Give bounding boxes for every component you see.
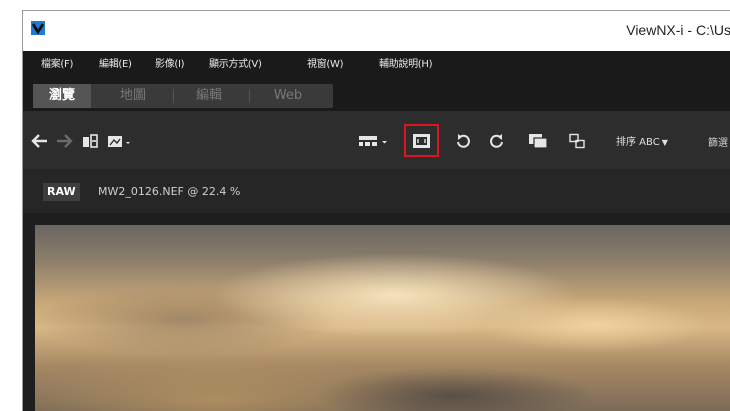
file-name-label: MW2_0126.NEF @ 22.4 % xyxy=(98,185,241,198)
title-bar: ViewNX-i - C:\Us xyxy=(23,11,730,51)
workspace-tabs: 瀏覽 地圖 編輯 Web xyxy=(33,84,333,108)
menu-bar: 檔案(F) 編輯(E) 影像(I) 顯示方式(V) 視窗(W) 輔助說明(H) xyxy=(23,51,730,73)
tab-web[interactable]: Web xyxy=(255,84,321,108)
rotate-right-icon[interactable] xyxy=(489,133,505,149)
menu-help[interactable]: 輔助說明(H) xyxy=(379,55,433,70)
tab-browse[interactable]: 瀏覽 xyxy=(33,84,91,108)
export-dropdown-icon[interactable] xyxy=(107,133,133,149)
forward-arrow-icon[interactable] xyxy=(55,133,73,149)
app-window: ViewNX-i - C:\Us 檔案(F) 編輯(E) 影像(I) 顯示方式(… xyxy=(22,10,730,411)
image-info-bar: RAW MW2_0126.NEF @ 22.4 % xyxy=(23,169,730,213)
filter-button[interactable]: 篩選 xyxy=(708,134,728,149)
chevron-down-icon: ▼ xyxy=(661,138,668,147)
app-logo-icon xyxy=(31,21,45,35)
highlight-frame xyxy=(404,124,439,157)
photo-preview xyxy=(35,225,730,411)
tab-divider xyxy=(249,89,250,103)
back-arrow-icon[interactable] xyxy=(31,133,49,149)
toolbar: 排序 ABC ▼ 篩選 xyxy=(23,111,730,170)
tab-map[interactable]: 地圖 xyxy=(103,84,163,108)
tab-edit[interactable]: 編輯 xyxy=(179,84,239,108)
menu-view[interactable]: 顯示方式(V) xyxy=(209,55,262,70)
menu-window[interactable]: 視窗(W) xyxy=(307,55,344,70)
rotate-left-icon[interactable] xyxy=(455,133,471,149)
raw-badge: RAW xyxy=(43,183,80,201)
sync-icon[interactable] xyxy=(568,133,586,149)
menu-edit[interactable]: 編輯(E) xyxy=(99,55,132,70)
workspace-tab-row: 瀏覽 地圖 編輯 Web xyxy=(23,73,730,111)
sort-label: 排序 ABC xyxy=(616,137,660,148)
window-title: ViewNX-i - C:\Us xyxy=(626,22,730,38)
menu-image[interactable]: 影像(I) xyxy=(155,55,185,70)
compare-icon[interactable] xyxy=(528,133,548,149)
import-icon[interactable] xyxy=(81,133,99,149)
menu-file[interactable]: 檔案(F) xyxy=(41,55,73,70)
sort-dropdown[interactable]: 排序 ABC ▼ xyxy=(616,133,668,148)
layout-dropdown-icon[interactable] xyxy=(358,133,390,149)
tab-divider xyxy=(173,89,174,103)
image-viewer[interactable] xyxy=(23,213,730,411)
